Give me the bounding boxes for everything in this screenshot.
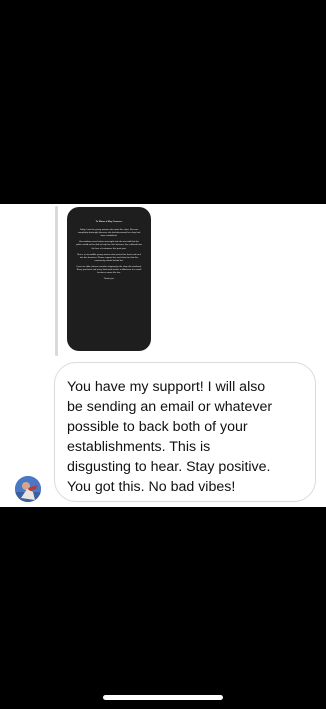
message-bubble[interactable]: You have my support! I will also be send… xyxy=(54,362,316,502)
home-indicator[interactable] xyxy=(103,695,223,700)
avatar-icon[interactable] xyxy=(15,476,41,502)
story-paragraph: Her windows were broken overnight and sh… xyxy=(76,241,142,250)
avatar-image xyxy=(15,476,41,502)
story-text-block: To Whom It May Concern: Today I met the … xyxy=(76,221,142,284)
story-paragraph: She is an incredible young woman who pou… xyxy=(77,253,141,262)
story-paragraph: If you are able, please consider stoppin… xyxy=(76,265,142,275)
story-reply-thumbnail[interactable]: To Whom It May Concern: Today I met the … xyxy=(67,207,151,351)
story-paragraph: Today I met the young woman who owns thi… xyxy=(77,229,141,238)
chat-thread: To Whom It May Concern: Today I met the … xyxy=(0,204,326,507)
reply-indicator-bar xyxy=(55,206,58,356)
story-title: To Whom It May Concern: xyxy=(95,221,123,223)
screen: To Whom It May Concern: Today I met the … xyxy=(0,0,326,709)
story-paragraph: Thank you. xyxy=(103,278,115,281)
